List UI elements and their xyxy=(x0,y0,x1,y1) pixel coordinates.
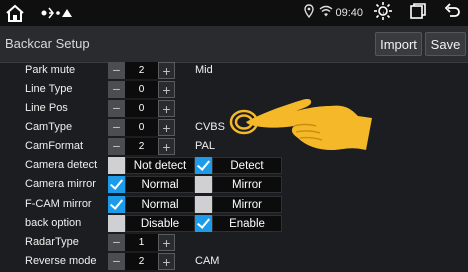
option-toggle[interactable]: Mirror xyxy=(195,196,282,214)
setting-row: Reverse mode −2 + CAM xyxy=(0,253,468,272)
option-label: Normal xyxy=(125,176,195,193)
import-button[interactable]: Import xyxy=(375,32,422,56)
increment-button[interactable]: + xyxy=(158,119,175,136)
status-time: 09:40 xyxy=(335,7,363,19)
stepper-value: 0 xyxy=(125,119,158,136)
pointing-hand-icon xyxy=(226,80,376,165)
checkbox-checked-icon[interactable] xyxy=(108,196,125,213)
value-stepper: −2 + xyxy=(108,138,175,156)
option-toggle[interactable]: Enable xyxy=(195,215,282,233)
option-label: Mirror xyxy=(212,176,282,193)
increment-button[interactable]: + xyxy=(158,138,175,155)
stepper-value: 2 xyxy=(125,62,158,79)
checkbox-unchecked-icon[interactable] xyxy=(108,157,125,174)
stepper-value: 0 xyxy=(125,100,158,117)
checkbox-unchecked-icon[interactable] xyxy=(108,215,125,232)
increment-button[interactable]: + xyxy=(158,81,175,98)
setting-value-text: CVBS xyxy=(195,121,225,133)
recent-apps-icon[interactable] xyxy=(409,2,427,25)
setting-label: Park mute xyxy=(25,64,76,76)
decrement-button[interactable]: − xyxy=(108,81,125,98)
checkbox-checked-icon[interactable] xyxy=(195,157,212,174)
value-stepper: −2 + xyxy=(108,253,175,271)
stepper-value: 0 xyxy=(125,81,158,98)
decrement-button[interactable]: − xyxy=(108,253,125,270)
notification-icons xyxy=(40,6,80,20)
checkbox-checked-icon[interactable] xyxy=(108,176,125,193)
option-toggle[interactable]: Normal xyxy=(108,196,195,214)
option-label: Mirror xyxy=(212,196,282,213)
setting-label: CamType xyxy=(25,121,73,133)
decrement-button[interactable]: − xyxy=(108,138,125,155)
setting-label: Line Pos xyxy=(25,102,68,114)
page-title: Backcar Setup xyxy=(5,36,90,51)
stepper-value: 2 xyxy=(125,253,158,270)
brightness-icon[interactable] xyxy=(373,1,393,26)
setting-label: Camera detect xyxy=(25,159,98,171)
option-toggle[interactable]: Mirror xyxy=(195,176,282,194)
setting-label: CamFormat xyxy=(25,140,84,152)
setting-value-text: Mid xyxy=(195,64,213,76)
setting-row: Camera mirror Normal Mirror xyxy=(0,176,468,195)
value-stepper: −0 + xyxy=(108,100,175,118)
stepper-value: 1 xyxy=(125,234,158,251)
setting-label: Reverse mode xyxy=(25,255,97,267)
option-toggle[interactable]: Not detect xyxy=(108,157,195,175)
decrement-button[interactable]: − xyxy=(108,100,125,117)
wifi-icon xyxy=(319,4,333,23)
decrement-button[interactable]: − xyxy=(108,62,125,79)
decrement-button[interactable]: − xyxy=(108,234,125,251)
option-label: Enable xyxy=(212,215,282,232)
save-button[interactable]: Save xyxy=(425,32,466,56)
decrement-button[interactable]: − xyxy=(108,119,125,136)
status-bar: 09:40 xyxy=(0,0,468,26)
value-stepper: −0 + xyxy=(108,81,175,99)
setting-row: F-CAM mirror Normal Mirror xyxy=(0,196,468,215)
checkbox-unchecked-icon[interactable] xyxy=(195,176,212,193)
setting-label: RadarType xyxy=(25,236,79,248)
setting-label: Line Type xyxy=(25,83,73,95)
option-label: Normal xyxy=(125,196,195,213)
setting-label: Camera mirror xyxy=(25,178,96,190)
setting-row: RadarType −1 + xyxy=(0,234,468,253)
checkbox-checked-icon[interactable] xyxy=(195,215,212,232)
value-stepper: −0 + xyxy=(108,119,175,137)
option-toggle[interactable]: Normal xyxy=(108,176,195,194)
setting-value-text: CAM xyxy=(195,255,220,267)
increment-button[interactable]: + xyxy=(158,234,175,251)
setting-row: back option Disable Enable xyxy=(0,215,468,234)
value-stepper: −1 + xyxy=(108,234,175,252)
checkbox-unchecked-icon[interactable] xyxy=(195,196,212,213)
option-toggle[interactable]: Disable xyxy=(108,215,195,233)
setting-label: back option xyxy=(25,217,82,229)
location-icon xyxy=(302,3,316,23)
increment-button[interactable]: + xyxy=(158,62,175,79)
value-stepper: −2 + xyxy=(108,62,175,80)
header: Backcar Setup Import Save xyxy=(0,26,468,63)
increment-button[interactable]: + xyxy=(158,253,175,270)
home-icon[interactable] xyxy=(3,3,27,23)
setting-value-text: PAL xyxy=(195,140,215,152)
setting-label: F-CAM mirror xyxy=(25,198,92,210)
back-icon[interactable] xyxy=(443,2,461,25)
stepper-value: 2 xyxy=(125,138,158,155)
option-label: Disable xyxy=(125,215,195,232)
option-label: Not detect xyxy=(125,157,195,174)
setting-row: Park mute −2 + Mid xyxy=(0,62,468,81)
increment-button[interactable]: + xyxy=(158,100,175,117)
